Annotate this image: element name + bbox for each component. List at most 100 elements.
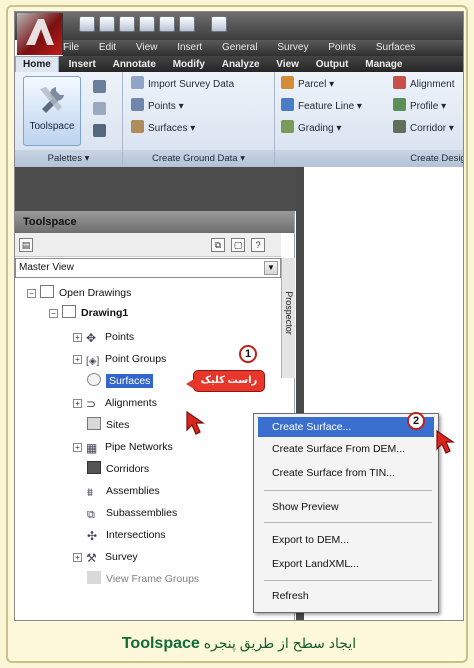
workspace-icon[interactable]: [211, 16, 227, 32]
create-ground-data-label: Create Ground Data: [152, 153, 238, 164]
tab-view[interactable]: View: [269, 57, 306, 73]
tree-item-survey-label: Survey: [105, 551, 138, 563]
print-icon[interactable]: [139, 16, 155, 32]
menu-survey[interactable]: Survey: [277, 40, 308, 56]
menu-export-landxml[interactable]: Export LandXML...: [258, 554, 434, 574]
grading-icon: [281, 120, 294, 133]
menu-insert[interactable]: Insert: [177, 40, 202, 56]
menu-view[interactable]: View: [136, 40, 158, 56]
tree-item-intersections[interactable]: ✣ Intersections: [87, 525, 166, 545]
save-icon[interactable]: [119, 16, 135, 32]
view-frame-icon: [87, 571, 101, 584]
tab-annotate[interactable]: Annotate: [106, 57, 163, 73]
toolspace-title[interactable]: Toolspace: [15, 211, 294, 233]
tree-drawing1-label: Drawing1: [81, 307, 129, 319]
menu-general[interactable]: General: [222, 40, 258, 56]
tree-item-subassemblies-label: Subassemblies: [106, 507, 178, 519]
item-view-icon[interactable]: ▤: [19, 238, 33, 252]
toolspace-toolbar: ▤ ⧉ ▢ ?: [15, 233, 281, 257]
menu-points[interactable]: Points: [328, 40, 356, 56]
menu-create-surface-from-tin[interactable]: Create Surface from TIN...: [258, 463, 434, 483]
surfaces-ribbon-button[interactable]: Surfaces ▾: [131, 120, 195, 138]
application-menu-button[interactable]: [17, 13, 63, 55]
view-select-value: Master View: [19, 262, 74, 273]
window-icon[interactable]: ▢: [231, 238, 245, 252]
tree-item-points[interactable]: + ✥ Points: [73, 327, 134, 347]
import-survey-data-button[interactable]: Import Survey Data: [131, 76, 234, 94]
redo-icon[interactable]: [179, 16, 195, 32]
tab-output[interactable]: Output: [309, 57, 356, 73]
tree-item-corridors[interactable]: Corridors: [87, 459, 149, 479]
create-ground-data-footer[interactable]: Create Ground Data ▾: [123, 150, 274, 167]
profile-button[interactable]: Profile ▾: [393, 98, 446, 116]
menu-export-to-dem[interactable]: Export to DEM...: [258, 530, 434, 550]
chevron-down-icon: ▼: [264, 261, 278, 275]
tree-item-pipe-networks-label: Pipe Networks: [105, 441, 173, 453]
expand-icon[interactable]: +: [73, 355, 82, 364]
callout-number-1: 1: [239, 345, 257, 363]
parcel-label: Parcel: [298, 79, 327, 90]
folder-icon: [40, 285, 54, 298]
ribbon-panel: Toolspace Palettes ▾ Import Survey Data …: [15, 72, 463, 167]
menu-show-preview[interactable]: Show Preview: [258, 497, 434, 517]
profile-icon: [393, 98, 406, 111]
tree-item-survey[interactable]: + ⚒ Survey: [73, 547, 138, 567]
menu-refresh[interactable]: Refresh: [258, 586, 434, 606]
points-ribbon-button[interactable]: Points ▾: [131, 98, 184, 116]
help-icon[interactable]: ?: [251, 238, 265, 252]
copy-icon[interactable]: ⧉: [211, 238, 225, 252]
callout-number-2: 2: [407, 412, 425, 430]
prospector-tab[interactable]: Prospector: [281, 258, 295, 378]
tree-item-assemblies[interactable]: ⩩ Assemblies: [87, 481, 160, 501]
palettes-footer[interactable]: Palettes ▾: [15, 150, 122, 167]
tree-item-subassemblies[interactable]: ⧉ Subassemblies: [87, 503, 177, 523]
tools-icon: [40, 87, 64, 113]
view-select[interactable]: Master View ▼: [15, 258, 281, 278]
undo-icon[interactable]: [159, 16, 175, 32]
feature-line-button[interactable]: Feature Line ▾: [281, 98, 362, 116]
tab-modify[interactable]: Modify: [166, 57, 212, 73]
menu-create-surface-from-dem[interactable]: Create Surface From DEM...: [258, 439, 434, 459]
grading-button[interactable]: Grading ▾: [281, 120, 341, 138]
profile-label: Profile: [410, 101, 439, 112]
tab-insert[interactable]: Insert: [62, 57, 103, 73]
menu-edit[interactable]: Edit: [99, 40, 116, 56]
tree-item-surfaces[interactable]: Surfaces: [87, 371, 154, 391]
expand-icon[interactable]: +: [73, 333, 82, 342]
create-design-footer[interactable]: Create Design: [275, 150, 463, 167]
ribbon-tabs: Home Insert Annotate Modify Analyze View…: [15, 56, 463, 73]
tree-item-pipe-networks[interactable]: + ▦ Pipe Networks: [73, 437, 173, 457]
sites-icon: [87, 417, 101, 430]
tab-manage[interactable]: Manage: [358, 57, 409, 73]
corridor-button[interactable]: Corridor ▾: [393, 120, 454, 138]
tree-drawing1[interactable]: − Drawing1: [49, 303, 128, 323]
toolspace-button-label: Toolspace: [29, 121, 75, 132]
tab-analyze[interactable]: Analyze: [215, 57, 267, 73]
tree-item-sites[interactable]: Sites: [87, 415, 129, 435]
parcel-icon: [281, 76, 294, 89]
toolspace-button[interactable]: Toolspace: [23, 76, 81, 146]
menu-surfaces[interactable]: Surfaces: [376, 40, 415, 56]
parcel-button[interactable]: Parcel ▾: [281, 76, 334, 94]
panorama-icon[interactable]: [93, 124, 106, 137]
tab-home[interactable]: Home: [15, 56, 59, 73]
tree-item-view-frame-groups[interactable]: View Frame Groups: [87, 569, 199, 589]
expand-icon[interactable]: +: [73, 399, 82, 408]
alignment-button[interactable]: Alignment: [393, 76, 454, 94]
expand-icon[interactable]: +: [73, 553, 82, 562]
tree-item-alignments[interactable]: + ⊃ Alignments: [73, 393, 157, 413]
layers-icon[interactable]: [93, 102, 106, 115]
expand-icon[interactable]: +: [73, 443, 82, 452]
ribbon-group-palettes: Toolspace Palettes ▾: [15, 72, 123, 167]
properties-icon[interactable]: [93, 80, 106, 93]
drawing-icon: [62, 305, 76, 318]
new-icon[interactable]: [79, 16, 95, 32]
collapse-icon[interactable]: −: [49, 309, 58, 318]
tree-item-point-groups[interactable]: + [◈] Point Groups: [73, 349, 166, 369]
tree-open-drawings[interactable]: − Open Drawings: [27, 283, 131, 303]
collapse-icon[interactable]: −: [27, 289, 36, 298]
tree-item-points-label: Points: [105, 331, 135, 343]
feature-line-label: Feature Line: [298, 101, 355, 112]
open-icon[interactable]: [99, 16, 115, 32]
menu-file[interactable]: File: [63, 40, 79, 56]
